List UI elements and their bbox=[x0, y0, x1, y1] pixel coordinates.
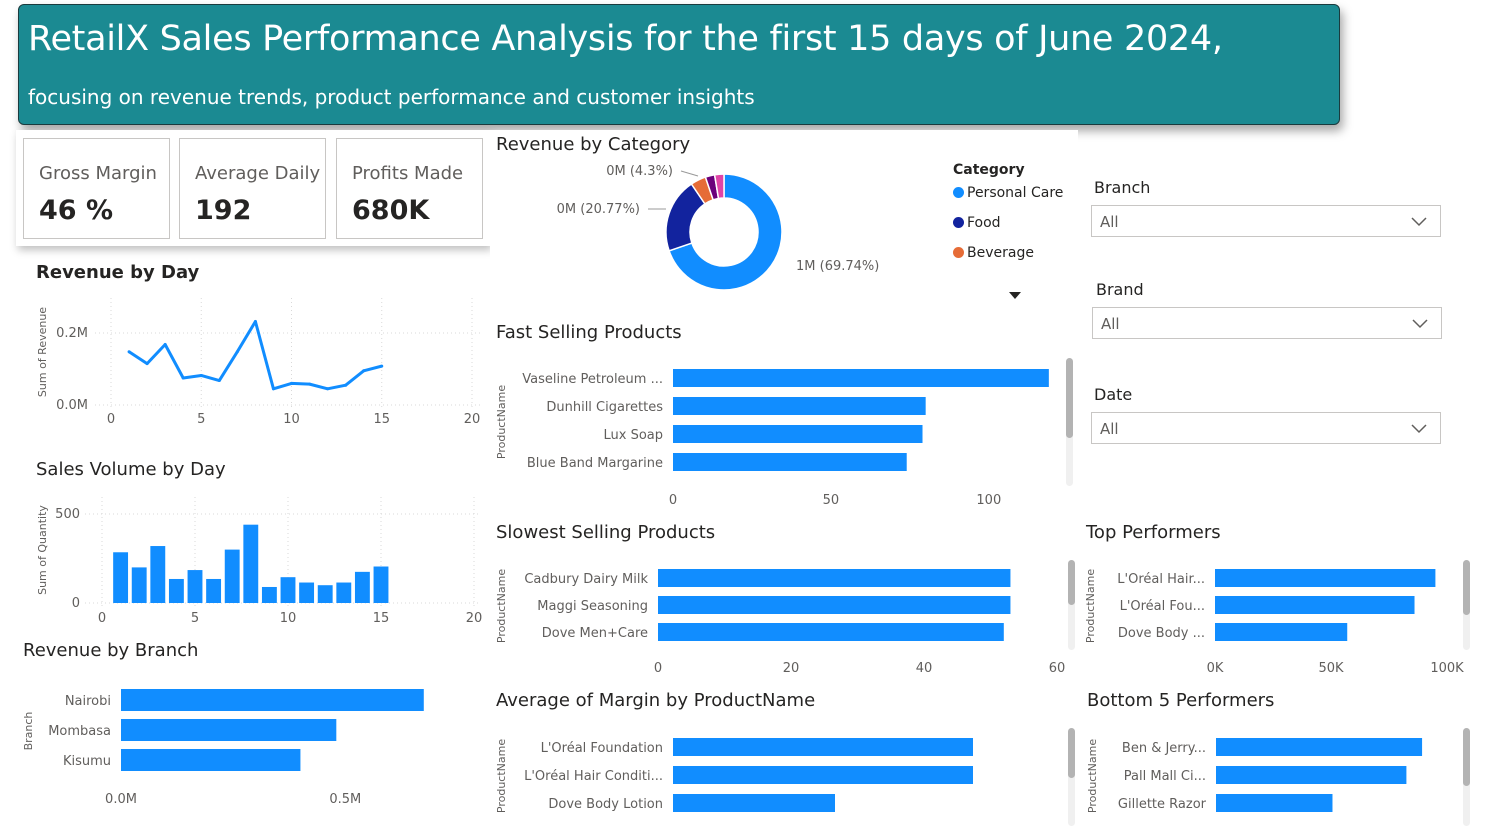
scrollbar-thumb[interactable] bbox=[1463, 728, 1470, 786]
bottom-performers-scrollbar[interactable] bbox=[1463, 728, 1470, 826]
date-slicer-value: All bbox=[1100, 420, 1119, 438]
category-label: Gillette Razor bbox=[1118, 797, 1207, 812]
chevron-down-icon bbox=[1411, 217, 1427, 227]
avg-margin-scrollbar[interactable] bbox=[1068, 728, 1075, 826]
date-slicer-label: Date bbox=[1094, 385, 1133, 404]
branch-slicer-value: All bbox=[1100, 213, 1119, 231]
bar bbox=[1216, 738, 1423, 756]
date-slicer-dropdown[interactable]: All bbox=[1091, 412, 1441, 444]
scrollbar-thumb[interactable] bbox=[1068, 728, 1075, 778]
brand-slicer-label: Brand bbox=[1096, 280, 1144, 299]
branch-slicer-dropdown[interactable]: All bbox=[1091, 205, 1441, 237]
branch-slicer-label: Branch bbox=[1094, 178, 1151, 197]
chevron-down-icon bbox=[1411, 424, 1427, 434]
brand-slicer-value: All bbox=[1101, 315, 1120, 333]
chevron-down-icon bbox=[1412, 319, 1428, 329]
category-label: Pall Mall Ci... bbox=[1124, 769, 1206, 784]
category-label: Ben & Jerry... bbox=[1122, 741, 1206, 756]
bar bbox=[1216, 794, 1333, 812]
bar bbox=[1216, 766, 1407, 784]
brand-slicer-dropdown[interactable]: All bbox=[1092, 307, 1442, 339]
y-axis-title: ProductName bbox=[1086, 739, 1099, 813]
